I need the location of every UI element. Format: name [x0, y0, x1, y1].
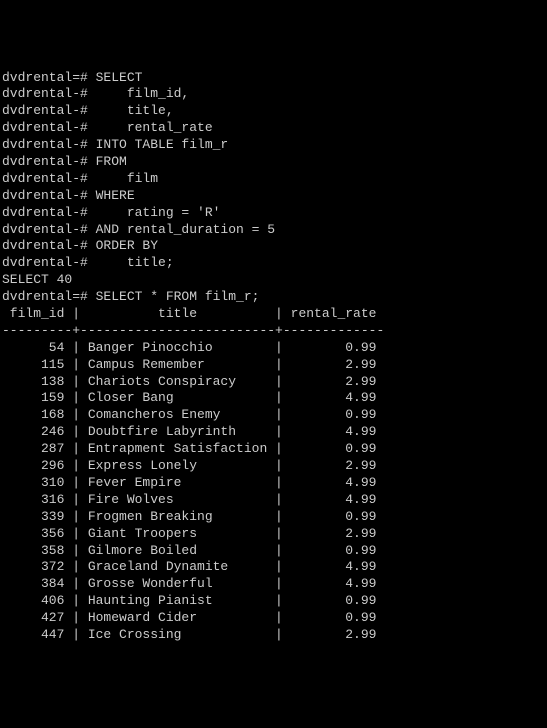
- terminal-output[interactable]: dvdrental=# SELECT dvdrental-# film_id, …: [2, 70, 545, 644]
